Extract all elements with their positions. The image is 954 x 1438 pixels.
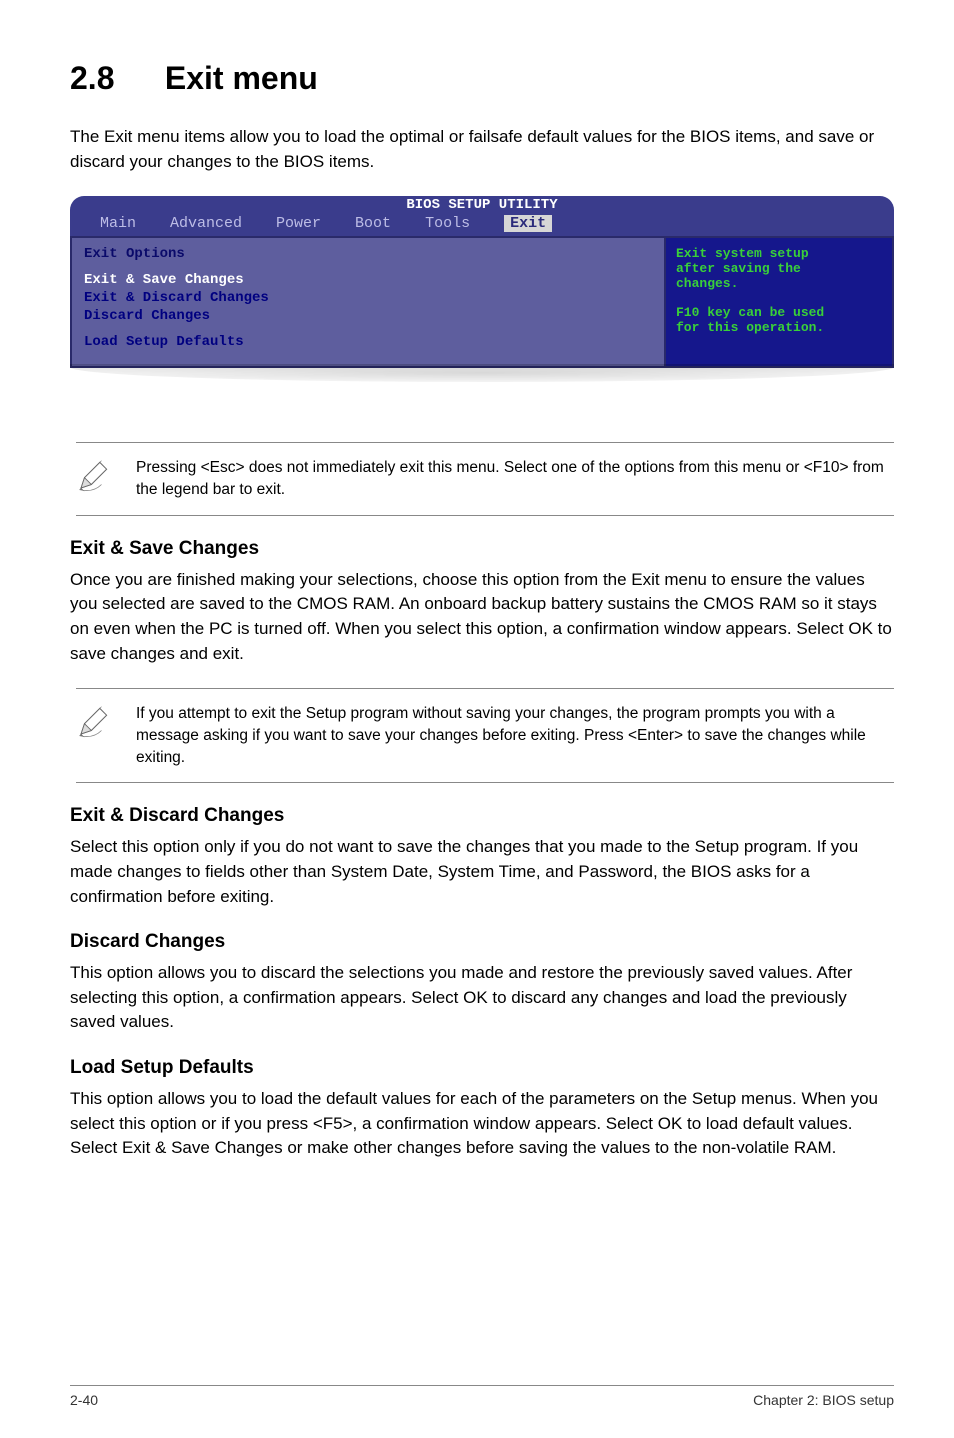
bios-help-l4: F10 key can be used bbox=[676, 305, 882, 320]
pencil-icon bbox=[76, 705, 110, 739]
bios-tab-row: Main Advanced Power Boot Tools Exit bbox=[70, 213, 894, 236]
bios-help-l1: Exit system setup bbox=[676, 246, 882, 261]
bios-help-l5: for this operation. bbox=[676, 320, 882, 335]
bios-opt-discard: Discard Changes bbox=[84, 308, 652, 324]
para-discard: This option allows you to discard the se… bbox=[70, 961, 894, 1035]
heading-discard: Discard Changes bbox=[70, 931, 894, 953]
para-exit-save: Once you are finished making your select… bbox=[70, 568, 894, 667]
bios-body: Exit Options Exit & Save Changes Exit & … bbox=[70, 236, 894, 368]
bios-tab-tools: Tools bbox=[425, 215, 470, 232]
heading-exit-save: Exit & Save Changes bbox=[70, 538, 894, 560]
bios-screenshot: BIOS SETUP UTILITY Main Advanced Power B… bbox=[70, 196, 894, 382]
note-esc-text: Pressing <Esc> does not immediately exit… bbox=[136, 457, 894, 500]
section-number: 2.8 bbox=[70, 60, 156, 97]
chapter-label: Chapter 2: BIOS setup bbox=[753, 1392, 894, 1408]
note-save-prompt: If you attempt to exit the Setup program… bbox=[76, 688, 894, 783]
para-exit-discard: Select this option only if you do not wa… bbox=[70, 835, 894, 909]
note-esc: Pressing <Esc> does not immediately exit… bbox=[76, 442, 894, 515]
page-footer: 2-40 Chapter 2: BIOS setup bbox=[70, 1385, 894, 1408]
bios-tab-power: Power bbox=[276, 215, 321, 232]
bios-help-l2: after saving the bbox=[676, 261, 882, 276]
bios-help-l3: changes. bbox=[676, 276, 882, 291]
heading-load-defaults: Load Setup Defaults bbox=[70, 1057, 894, 1079]
note-save-prompt-text: If you attempt to exit the Setup program… bbox=[136, 703, 894, 768]
intro-paragraph: The Exit menu items allow you to load th… bbox=[70, 125, 894, 174]
heading-exit-discard: Exit & Discard Changes bbox=[70, 805, 894, 827]
bios-left-pane: Exit Options Exit & Save Changes Exit & … bbox=[70, 236, 664, 368]
bios-tab-boot: Boot bbox=[355, 215, 391, 232]
para-load-defaults: This option allows you to load the defau… bbox=[70, 1087, 894, 1161]
bios-shadow bbox=[70, 364, 894, 382]
bios-tab-advanced: Advanced bbox=[170, 215, 242, 232]
bios-opt-load-defaults: Load Setup Defaults bbox=[84, 334, 652, 350]
bios-tab-exit: Exit bbox=[504, 215, 552, 232]
page-number: 2-40 bbox=[70, 1392, 98, 1408]
section-heading: 2.8 Exit menu bbox=[70, 60, 894, 97]
bios-right-pane: Exit system setup after saving the chang… bbox=[664, 236, 894, 368]
pencil-icon bbox=[76, 459, 110, 493]
section-title-text: Exit menu bbox=[165, 60, 318, 96]
bios-tab-main: Main bbox=[100, 215, 136, 232]
bios-opt-exit-discard: Exit & Discard Changes bbox=[84, 290, 652, 306]
bios-left-title: Exit Options bbox=[84, 246, 652, 262]
bios-opt-exit-save: Exit & Save Changes bbox=[84, 272, 652, 288]
bios-title-bar: BIOS SETUP UTILITY bbox=[70, 196, 894, 213]
